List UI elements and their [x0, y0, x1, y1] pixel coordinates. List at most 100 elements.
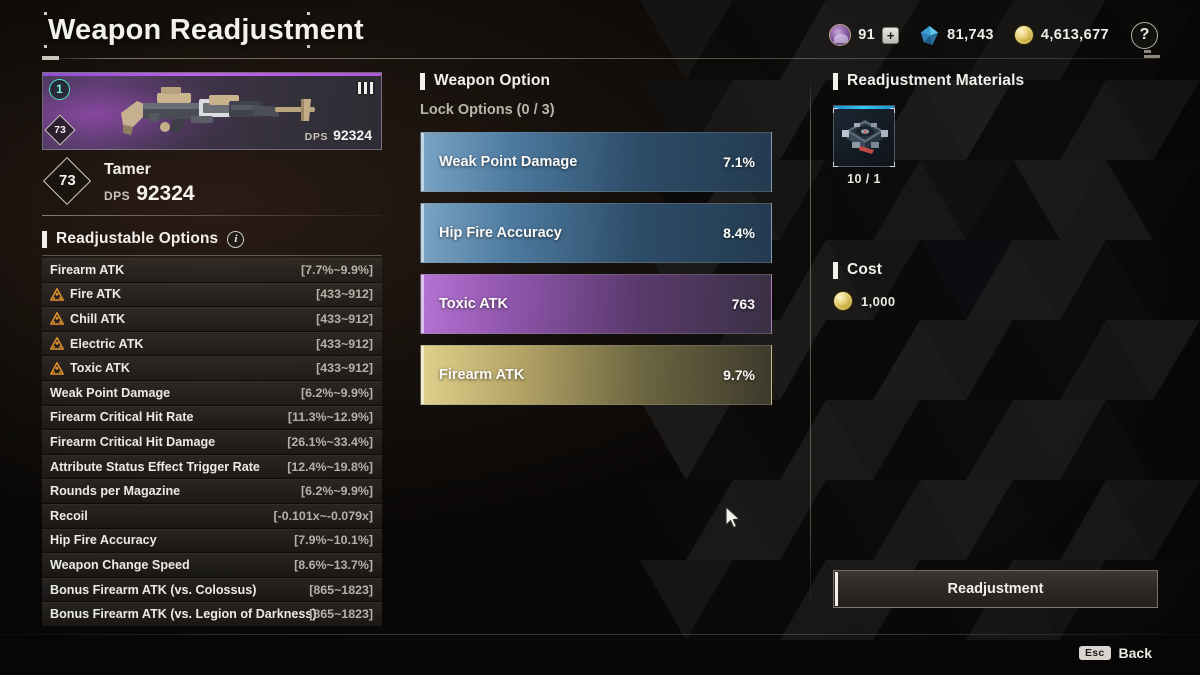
currency-gold[interactable]: 4,613,677: [1013, 25, 1109, 45]
weapon-dps-key: DPS: [104, 189, 131, 203]
rarity-bar: [43, 73, 381, 76]
title-selection-dot: [307, 12, 310, 15]
readjustable-option-row[interactable]: Chill ATK [433~912]: [42, 307, 382, 332]
option-left: Firearm ATK: [50, 263, 124, 277]
readjustable-options-header: Readjustable Options i: [42, 230, 382, 248]
weapon-option-bar[interactable]: Toxic ATK 763: [420, 274, 772, 334]
add-caliber-button[interactable]: +: [882, 26, 900, 44]
readjustable-option-row[interactable]: Bonus Firearm ATK (vs. Colossus) [865~182…: [42, 577, 382, 603]
currency-gem[interactable]: 81,743: [919, 25, 994, 46]
weapon-card-dps-key: DPS: [304, 131, 329, 143]
footer-divider: [0, 634, 1200, 635]
weapon-option-value: 9.7%: [723, 367, 755, 383]
readjustable-option-row[interactable]: Rounds per Magazine [6.2%~9.9%]: [42, 479, 382, 504]
page-title: Weapon Readjustment: [48, 14, 364, 46]
material-slot[interactable]: [833, 105, 895, 167]
readjustment-button[interactable]: Readjustment: [833, 570, 1158, 608]
option-range: [8.6%~13.7%]: [294, 557, 373, 572]
ammo-slots-icon: [357, 82, 373, 94]
cost-title: Cost: [847, 261, 883, 278]
weapon-option-value: 763: [731, 296, 755, 312]
readjustable-options-list[interactable]: Firearm ATK [7.7%~9.9%] Fire ATK [433~912] C…: [42, 258, 382, 626]
currency-caliber[interactable]: 91 +: [829, 24, 900, 46]
readjustable-option-row[interactable]: Weapon Change Speed [8.6%~13.7%]: [42, 553, 382, 578]
header-divider-cap: [42, 56, 59, 60]
materials-title: Readjustment Materials: [847, 72, 1025, 89]
option-left: Weapon Change Speed: [50, 558, 190, 572]
weapon-option-header: Weapon Option: [420, 72, 772, 90]
vertical-divider: [810, 80, 811, 608]
gem-icon: [921, 25, 939, 45]
back-label[interactable]: Back: [1119, 645, 1152, 661]
readjustable-option-row[interactable]: Attribute Status Effect Trigger Rate [12.…: [42, 454, 382, 480]
section-tick: [833, 72, 838, 90]
readjustable-option-row[interactable]: Toxic ATK [433~912]: [42, 356, 382, 381]
cost-value: 1,000: [861, 293, 896, 309]
weapon-option-bar[interactable]: Firearm ATK 9.7%: [420, 345, 772, 405]
caliber-value: 91: [858, 27, 876, 43]
option-name: Electric ATK: [70, 336, 144, 351]
option-range: [433~912]: [316, 361, 373, 376]
readjustment-button-label: Readjustment: [947, 581, 1044, 597]
weapon-summary: 73 Tamer DPS 92324: [42, 156, 382, 206]
weapon-option-name: Firearm ATK: [439, 367, 525, 383]
option-range: [7.9%~10.1%]: [294, 533, 373, 548]
currency-bar: 91 + 81,743 4,613,677 ?: [809, 20, 1158, 50]
option-range: [12.4%~19.8%]: [287, 459, 373, 474]
weapon-level-badge: 73: [42, 156, 92, 206]
panel-divider: [42, 215, 382, 216]
gold-coin-icon: [833, 291, 853, 311]
weapon-option-title: Weapon Option: [434, 72, 551, 89]
weapon-option-value: 8.4%: [723, 225, 755, 241]
caliber-icon: [829, 24, 852, 46]
weapon-option-bar[interactable]: Weak Point Damage 7.1%: [420, 132, 772, 192]
option-name: Firearm Critical Hit Rate: [50, 410, 194, 425]
cost-row: 1,000: [833, 291, 1158, 311]
material-count: 10 / 1: [847, 172, 881, 186]
option-range: [433~912]: [316, 287, 373, 302]
readjustable-option-row[interactable]: Recoil [-0.101x~-0.079x]: [42, 503, 382, 529]
option-name: Toxic ATK: [70, 361, 130, 376]
section-tick: [833, 261, 838, 279]
readjustable-option-row[interactable]: Bonus Firearm ATK (vs. Legion of Darknes…: [42, 602, 382, 626]
esc-key-badge: Esc: [1078, 646, 1111, 660]
attribute-warning-icon: [50, 337, 64, 350]
readjustable-option-row[interactable]: Fire ATK [433~912]: [42, 282, 382, 308]
option-left: Firearm Critical Hit Rate: [50, 410, 193, 424]
gem-value: 81,743: [947, 27, 994, 43]
option-range: [7.7%~9.9%]: [301, 262, 373, 277]
option-name: Firearm ATK: [50, 262, 125, 277]
readjustable-option-row[interactable]: Hip Fire Accuracy [7.9%~10.1%]: [42, 528, 382, 554]
weapon-option-bar[interactable]: Hip Fire Accuracy 8.4%: [420, 203, 772, 263]
readjustable-option-row[interactable]: Firearm ATK [7.7%~9.9%]: [42, 258, 382, 283]
info-icon[interactable]: i: [227, 230, 245, 248]
option-range: [865~1823]: [309, 607, 373, 622]
option-left: Electric ATK: [50, 337, 143, 351]
option-name: Hip Fire Accuracy: [50, 533, 157, 548]
title-selection-dot: [44, 12, 47, 15]
gold-value: 4,613,677: [1040, 27, 1109, 43]
help-button[interactable]: ?: [1131, 21, 1158, 49]
readjustable-option-row[interactable]: Weak Point Damage [6.2%~9.9%]: [42, 380, 382, 406]
readjustable-options-title: Readjustable Options: [56, 230, 219, 247]
weapon-name: Tamer: [104, 161, 151, 178]
weapon-dps: DPS 92324: [104, 182, 195, 206]
option-left: Attribute Status Effect Trigger Rate: [50, 460, 260, 474]
weapon-option-bars: Weak Point Damage 7.1% Hip Fire Accuracy 8.…: [420, 132, 772, 405]
readjustable-option-row[interactable]: Electric ATK [433~912]: [42, 331, 382, 357]
options-header-rule: [42, 255, 382, 256]
option-left: Bonus Firearm ATK (vs. Colossus): [50, 583, 256, 597]
option-left: Hip Fire Accuracy: [50, 533, 157, 547]
option-left: Toxic ATK: [50, 361, 130, 375]
header-corner-marks: [1144, 48, 1160, 58]
option-left: Bonus Firearm ATK (vs. Legion of Darknes…: [50, 607, 317, 621]
weapon-tier-chip: 1: [49, 79, 70, 100]
option-name: Weapon Change Speed: [50, 557, 190, 572]
readjustable-option-row[interactable]: Firearm Critical Hit Damage [26.1%~33.4%]: [42, 430, 382, 455]
title-selection-dot: [44, 45, 47, 48]
title-selection-dot: [307, 45, 310, 48]
attribute-warning-icon: [50, 287, 64, 301]
option-range: [6.2%~9.9%]: [301, 484, 373, 499]
weapon-card[interactable]: 1 73 DPS 92324: [42, 72, 382, 150]
readjustable-option-row[interactable]: Firearm Critical Hit Rate [11.3%~12.9%]: [42, 405, 382, 431]
